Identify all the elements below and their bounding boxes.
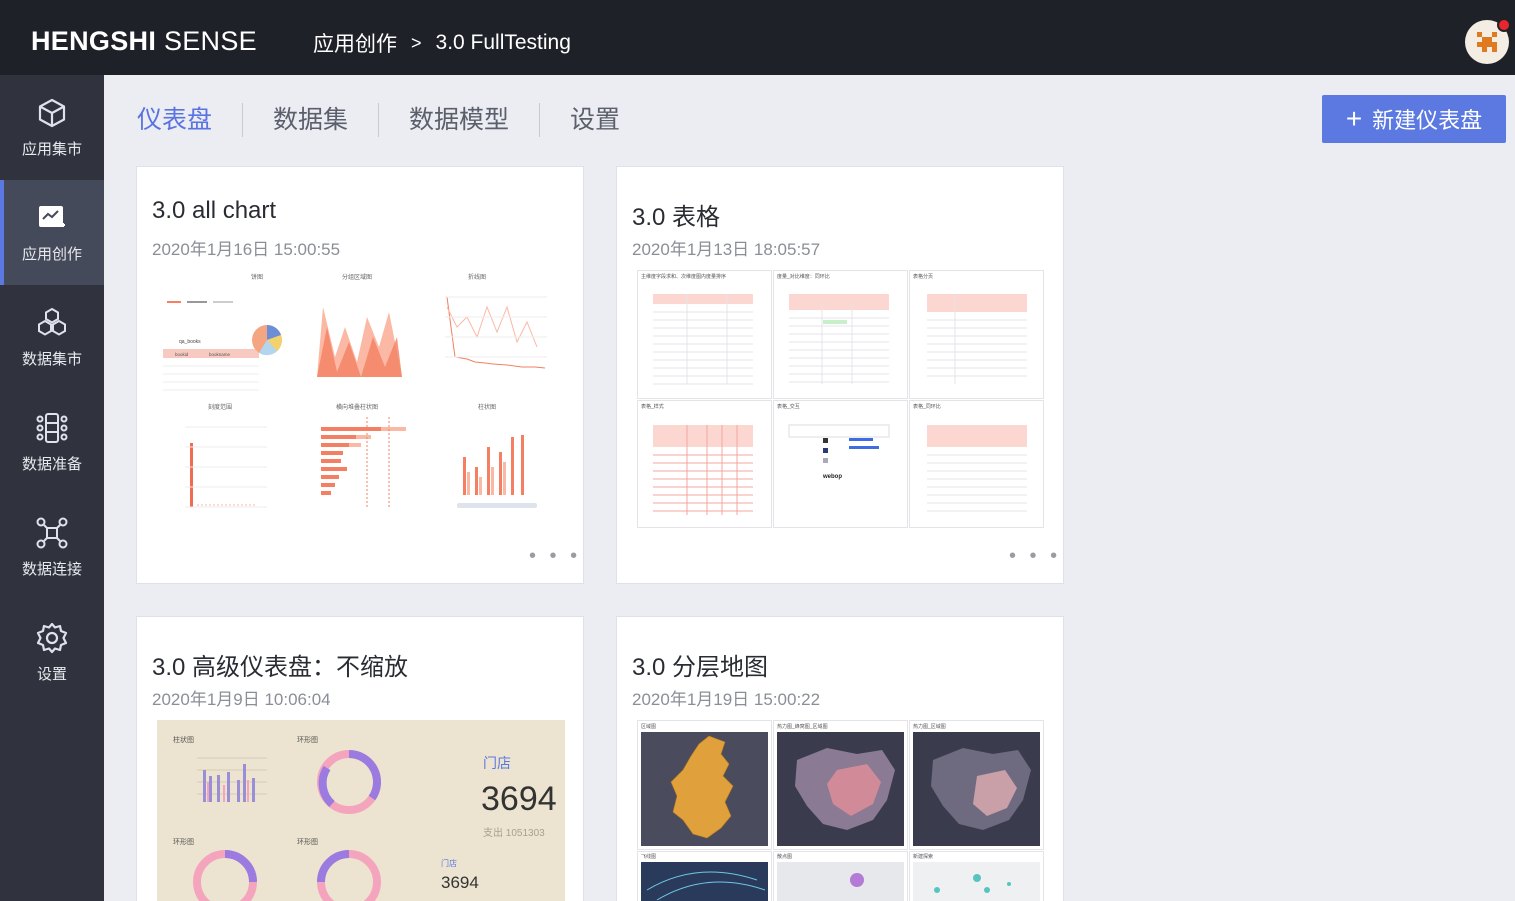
thumb-label: 飞线图 [641, 853, 656, 860]
kpi-sub: 支出 1051303 [483, 826, 545, 839]
kpi-label: 门店 [441, 858, 457, 868]
app-logo[interactable]: HENGSHI SENSE [31, 26, 257, 57]
data-prep-icon [36, 413, 68, 443]
card-date: 2020年1月9日 10:06:04 [152, 690, 331, 709]
breadcrumb-separator: > [411, 32, 422, 53]
card-more-icon[interactable]: • • • [1009, 545, 1061, 568]
svg-text:bookid: bookid [175, 352, 189, 357]
sidebar-item-dataset-market[interactable]: 数据集市 [0, 285, 104, 390]
thumbnail-advanced: 柱状图 环形图 门店 3694 支出 1051303 环形图 环形图 门店 36… [173, 735, 557, 901]
svg-text:webop: webop [822, 474, 842, 480]
thumb-label: 散点图 [777, 853, 792, 860]
thumb-label: 环形图 [297, 736, 318, 744]
tab-dashboard[interactable]: 仪表盘 [137, 103, 244, 137]
cube-icon [38, 98, 66, 128]
notification-dot [1497, 18, 1511, 32]
card-title: 3.0 分层地图 [632, 654, 769, 681]
svg-text:bookname: bookname [209, 352, 231, 357]
thumbnail-tables: 主维度字段求和、次维度图内度量排序 度量_对比维度：同环比 表格分页 表格_样式… [637, 270, 1044, 528]
dataset-hub-icon [38, 307, 66, 336]
sidebar-item-label: 数据集市 [21, 351, 82, 368]
thumb-label: 饼图 [251, 273, 263, 281]
thumb-label: 热力图_蜂窝图_区域图 [777, 723, 828, 730]
sidebar-item-label: 数据准备 [21, 456, 82, 473]
thumb-label: 区域图 [641, 723, 656, 730]
sidebar: 应用集市 应用创作 数据集市 数据准备 数据连接 设置 [0, 75, 104, 901]
sidebar-item-label: 数据连接 [21, 561, 82, 578]
sidebar-item-app-creation[interactable]: 应用创作 [0, 180, 104, 285]
kpi-label: 门店 [483, 755, 511, 771]
kpi-value: 3694 [481, 780, 557, 818]
thumbnail-charts: 饼图 qa_books bookid bookname 分组区域图 折线图 刻度… [163, 273, 547, 508]
dashboard-card[interactable]: 3.0 all chart 2020年1月16日 15:00:55 饼图 qa_… [136, 166, 584, 584]
avatar-pixel-icon [1477, 32, 1497, 52]
thumb-label: 表格_交互 [777, 403, 800, 410]
sidebar-item-label: 应用创作 [21, 246, 82, 263]
dashboard-thumbnail: 饼图 qa_books bookid bookname 分组区域图 折线图 刻度… [157, 267, 565, 517]
sidebar-item-settings[interactable]: 设置 [0, 600, 104, 705]
thumb-label: 柱状图 [173, 735, 194, 744]
sidebar-item-app-market[interactable]: 应用集市 [0, 75, 104, 180]
thumb-label: 表格_同环比 [913, 403, 941, 410]
gear-icon [36, 622, 68, 654]
dashboard-card[interactable]: 3.0 分层地图 2020年1月19日 15:00:22 区域图 热力图_蜂窝图… [616, 616, 1064, 901]
connection-icon [36, 517, 68, 549]
breadcrumb-app: 3.0 FullTesting [435, 31, 571, 54]
thumb-label: 分组区域图 [342, 273, 372, 281]
thumb-label: 横向堆叠柱状图 [336, 403, 378, 411]
top-bar: HENGSHI SENSE 应用创作 > 3.0 FullTesting [0, 0, 1515, 75]
chart-edit-icon [39, 206, 65, 227]
new-dashboard-label: 新建仪表盘 [1372, 108, 1483, 133]
thumb-label: 折线图 [468, 273, 486, 281]
card-date: 2020年1月19日 15:00:22 [632, 690, 821, 709]
sidebar-item-label: 应用集市 [21, 141, 82, 158]
breadcrumb-section[interactable]: 应用创作 [313, 28, 397, 58]
thumb-label: 环形图 [173, 838, 194, 846]
new-dashboard-button[interactable]: + 新建仪表盘 [1322, 95, 1506, 143]
thumb-label: 热力图_区域图 [913, 723, 946, 730]
breadcrumb: 应用创作 > 3.0 FullTesting [313, 28, 571, 58]
dashboard-card[interactable]: 3.0 高级仪表盘：不缩放 2020年1月9日 10:06:04 柱状图 环形图… [136, 616, 584, 901]
thumbnail-maps: 区域图 热力图_蜂窝图_区域图 热力图_区域图 飞线图 散点图 新建探索 [637, 720, 1044, 901]
sidebar-item-data-prep[interactable]: 数据准备 [0, 390, 104, 495]
card-title: 3.0 表格 [632, 204, 721, 231]
sidebar-item-data-connection[interactable]: 数据连接 [0, 495, 104, 600]
card-date: 2020年1月16日 15:00:55 [152, 240, 341, 259]
dashboard-thumbnail: 主维度字段求和、次维度图内度量排序 度量_对比维度：同环比 表格分页 表格_样式… [637, 270, 1045, 528]
card-title: 3.0 all chart [152, 197, 277, 224]
thumb-label: 新建探索 [913, 853, 933, 860]
main-tabs: 仪表盘 数据集 数据模型 设置 [137, 100, 650, 140]
thumb-table-title: qa_books [179, 339, 201, 345]
tab-dataset[interactable]: 数据集 [243, 103, 380, 137]
card-more-icon[interactable]: • • • [529, 545, 581, 568]
thumb-label: 度量_对比维度：同环比 [777, 273, 830, 280]
dashboard-thumbnail: 区域图 热力图_蜂窝图_区域图 热力图_区域图 飞线图 散点图 新建探索 [637, 720, 1045, 901]
thumb-label: 刻度范围 [208, 403, 232, 411]
plus-icon: + [1345, 103, 1363, 134]
thumb-label: 表格分页 [913, 273, 933, 280]
thumb-label: 主维度字段求和、次维度图内度量排序 [641, 273, 726, 280]
kpi-value: 3694 [441, 873, 479, 892]
sidebar-item-label: 设置 [36, 666, 67, 683]
thumb-label: 表格_样式 [641, 403, 664, 410]
thumb-label: 柱状图 [478, 403, 496, 411]
tab-data-model[interactable]: 数据模型 [379, 103, 541, 137]
card-title: 3.0 高级仪表盘：不缩放 [152, 654, 409, 681]
card-date: 2020年1月13日 18:05:57 [632, 240, 821, 259]
tab-settings[interactable]: 设置 [540, 103, 650, 137]
dashboard-thumbnail: 柱状图 环形图 门店 3694 支出 1051303 环形图 环形图 门店 36… [157, 720, 565, 901]
thumb-label: 环形图 [297, 838, 318, 846]
dashboard-card[interactable]: 3.0 表格 2020年1月13日 18:05:57 主维度字段求和、次维度图内… [616, 166, 1064, 584]
